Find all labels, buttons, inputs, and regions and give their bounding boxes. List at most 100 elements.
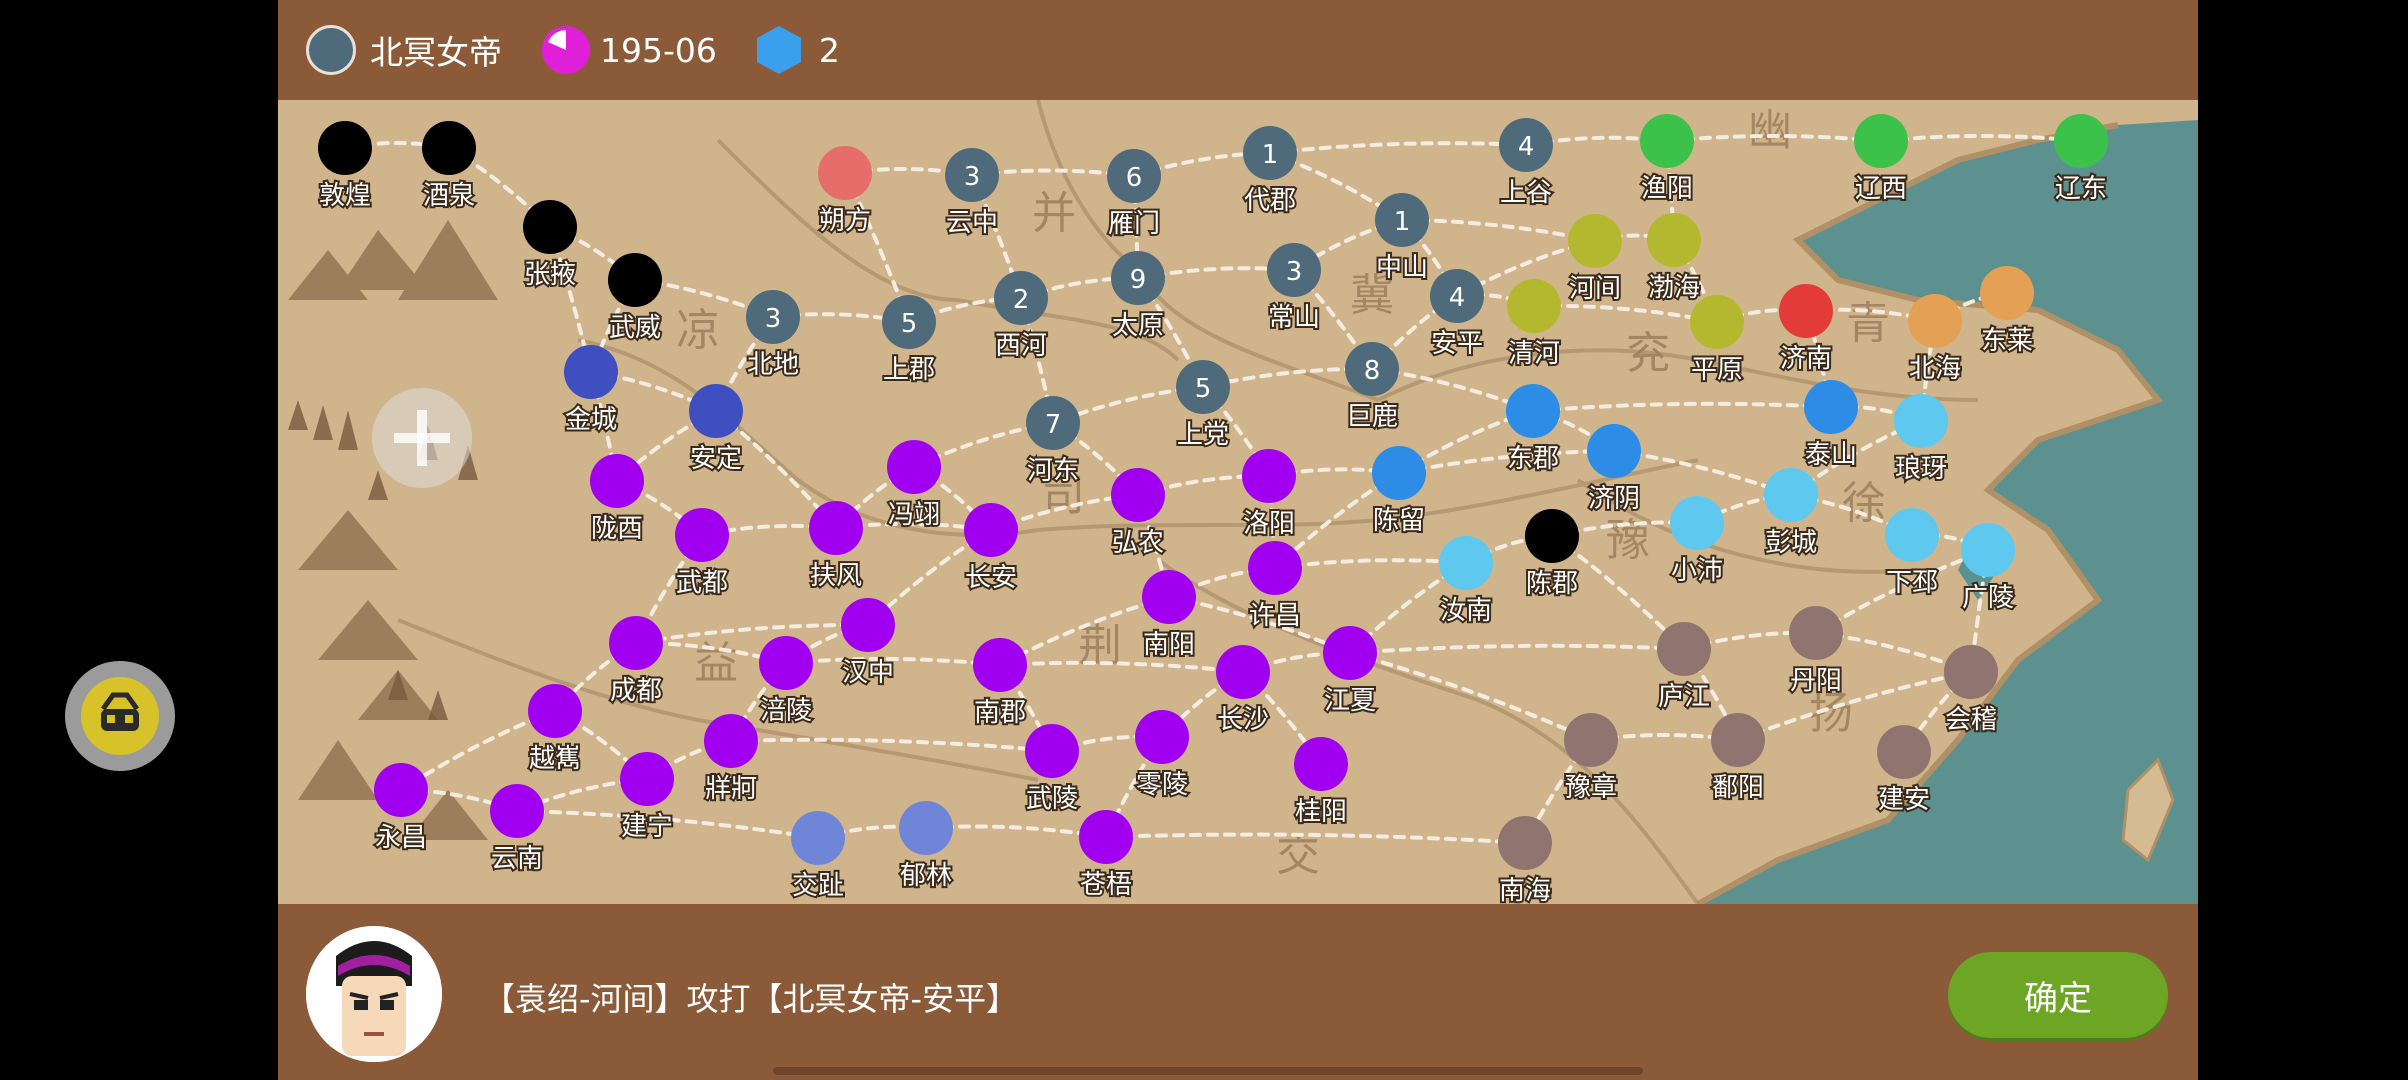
city-67[interactable]: 桂阳 — [1293, 737, 1349, 829]
city-marker[interactable] — [818, 146, 872, 200]
city-marker[interactable] — [490, 784, 544, 838]
city-66[interactable]: 零陵 — [1134, 710, 1190, 802]
city-52[interactable]: 汉中 — [840, 598, 896, 690]
city-56[interactable]: 江夏 — [1322, 626, 1378, 718]
city-marker[interactable] — [791, 811, 845, 865]
city-21[interactable]: 清河 — [1506, 279, 1562, 371]
city-55[interactable]: 长沙 — [1215, 645, 1271, 737]
city-18[interactable]: 9 太原 — [1110, 251, 1166, 343]
city-11[interactable]: 辽东 — [2053, 114, 2109, 206]
city-49[interactable]: 广陵 — [1960, 523, 2016, 615]
confirm-button[interactable]: 确定 — [1948, 952, 2168, 1038]
city-marker[interactable] — [1779, 284, 1833, 338]
city-45[interactable]: 汝南 — [1438, 536, 1494, 628]
city-marker[interactable] — [1944, 645, 1998, 699]
city-69[interactable]: 鄱阳 — [1710, 713, 1766, 805]
city-marker[interactable] — [704, 714, 758, 768]
city-8[interactable]: 4 上谷 — [1498, 118, 1554, 210]
city-5[interactable]: 3 云中 — [944, 148, 1000, 240]
city-51[interactable]: 成都 — [608, 616, 664, 708]
city-marker[interactable] — [1690, 295, 1744, 349]
city-60[interactable]: 越嶲 — [527, 684, 583, 776]
city-42[interactable]: 长安 — [963, 503, 1019, 595]
city-marker[interactable] — [374, 763, 428, 817]
city-marker[interactable] — [689, 384, 743, 438]
city-marker[interactable] — [809, 501, 863, 555]
city-24[interactable]: 北海 — [1907, 294, 1963, 386]
city-marker[interactable] — [1439, 536, 1493, 590]
city-40[interactable]: 武都 — [674, 508, 730, 600]
city-marker[interactable] — [675, 508, 729, 562]
city-0[interactable]: 敦煌 — [317, 121, 373, 213]
city-41[interactable]: 扶风 — [808, 501, 864, 593]
city-marker[interactable] — [887, 440, 941, 494]
city-marker[interactable] — [1142, 570, 1196, 624]
city-marker[interactable] — [1568, 214, 1622, 268]
city-61[interactable]: 牂牁 — [703, 714, 759, 806]
city-58[interactable]: 丹阳 — [1788, 606, 1844, 698]
city-marker[interactable] — [1804, 380, 1858, 434]
city-marker[interactable] — [973, 638, 1027, 692]
city-57[interactable]: 庐江 — [1656, 622, 1712, 714]
city-16[interactable]: 5 上郡 — [881, 295, 937, 387]
city-marker[interactable] — [1372, 446, 1426, 500]
city-marker[interactable] — [1564, 713, 1618, 767]
city-marker[interactable] — [2054, 114, 2108, 168]
city-28[interactable]: 5 上党 — [1175, 360, 1231, 452]
city-marker[interactable] — [609, 616, 663, 670]
city-marker[interactable] — [1854, 114, 1908, 168]
city-48[interactable]: 下邳 — [1884, 508, 1940, 600]
city-marker[interactable] — [1885, 508, 1939, 562]
city-25[interactable]: 东莱 — [1979, 266, 2035, 358]
city-33[interactable]: 琅玡 — [1893, 394, 1949, 486]
city-9[interactable]: 渔阳 — [1639, 114, 1695, 206]
city-74[interactable]: 南海 — [1497, 816, 1553, 904]
city-marker[interactable] — [1294, 737, 1348, 791]
city-marker[interactable] — [899, 801, 953, 855]
city-20[interactable]: 4 安平 — [1429, 269, 1485, 361]
city-53[interactable]: 涪陵 — [758, 636, 814, 728]
city-35[interactable]: 冯翊 — [886, 440, 942, 532]
city-50[interactable]: 南阳 — [1141, 570, 1197, 662]
city-7[interactable]: 1 代郡 — [1242, 126, 1298, 218]
city-39[interactable]: 彭城 — [1763, 468, 1819, 560]
city-marker[interactable] — [1079, 810, 1133, 864]
city-1[interactable]: 酒泉 — [421, 121, 477, 213]
city-marker[interactable] — [1647, 213, 1701, 267]
city-marker[interactable] — [422, 121, 476, 175]
city-marker[interactable] — [1507, 279, 1561, 333]
city-31[interactable]: 东郡 — [1505, 384, 1561, 476]
city-marker[interactable] — [1506, 384, 1560, 438]
city-3[interactable]: 武威 — [607, 253, 663, 345]
city-34[interactable]: 陇西 — [589, 454, 645, 546]
city-14[interactable]: 渤海 — [1646, 213, 1702, 305]
city-marker[interactable] — [1135, 710, 1189, 764]
city-43[interactable]: 弘农 — [1110, 468, 1166, 560]
city-38[interactable]: 济阴 — [1586, 424, 1642, 516]
city-71[interactable]: 交趾 — [790, 811, 846, 903]
floating-assistant-button[interactable] — [65, 661, 175, 771]
city-73[interactable]: 苍梧 — [1078, 810, 1134, 902]
city-62[interactable]: 永昌 — [373, 763, 429, 855]
city-72[interactable]: 郁林 — [898, 801, 954, 893]
city-marker[interactable] — [1498, 816, 1552, 870]
city-marker[interactable] — [1248, 541, 1302, 595]
city-27[interactable]: 安定 — [688, 384, 744, 476]
city-70[interactable]: 建安 — [1876, 725, 1932, 817]
city-10[interactable]: 辽西 — [1853, 114, 1909, 206]
city-59[interactable]: 会稽 — [1943, 645, 1999, 737]
city-19[interactable]: 3 常山 — [1266, 243, 1322, 335]
city-marker[interactable] — [1980, 266, 2034, 320]
city-marker[interactable] — [1670, 496, 1724, 550]
city-marker[interactable] — [523, 200, 577, 254]
city-15[interactable]: 3 北地 — [745, 290, 801, 382]
city-36[interactable]: 洛阳 — [1241, 449, 1297, 541]
city-37[interactable]: 陈留 — [1371, 446, 1427, 538]
city-marker[interactable] — [318, 121, 372, 175]
city-44[interactable]: 许昌 — [1247, 541, 1303, 633]
city-30[interactable]: 7 河东 — [1025, 396, 1081, 488]
city-marker[interactable] — [564, 345, 618, 399]
city-13[interactable]: 河间 — [1567, 214, 1623, 306]
city-marker[interactable] — [1525, 509, 1579, 563]
city-marker[interactable] — [1025, 724, 1079, 778]
